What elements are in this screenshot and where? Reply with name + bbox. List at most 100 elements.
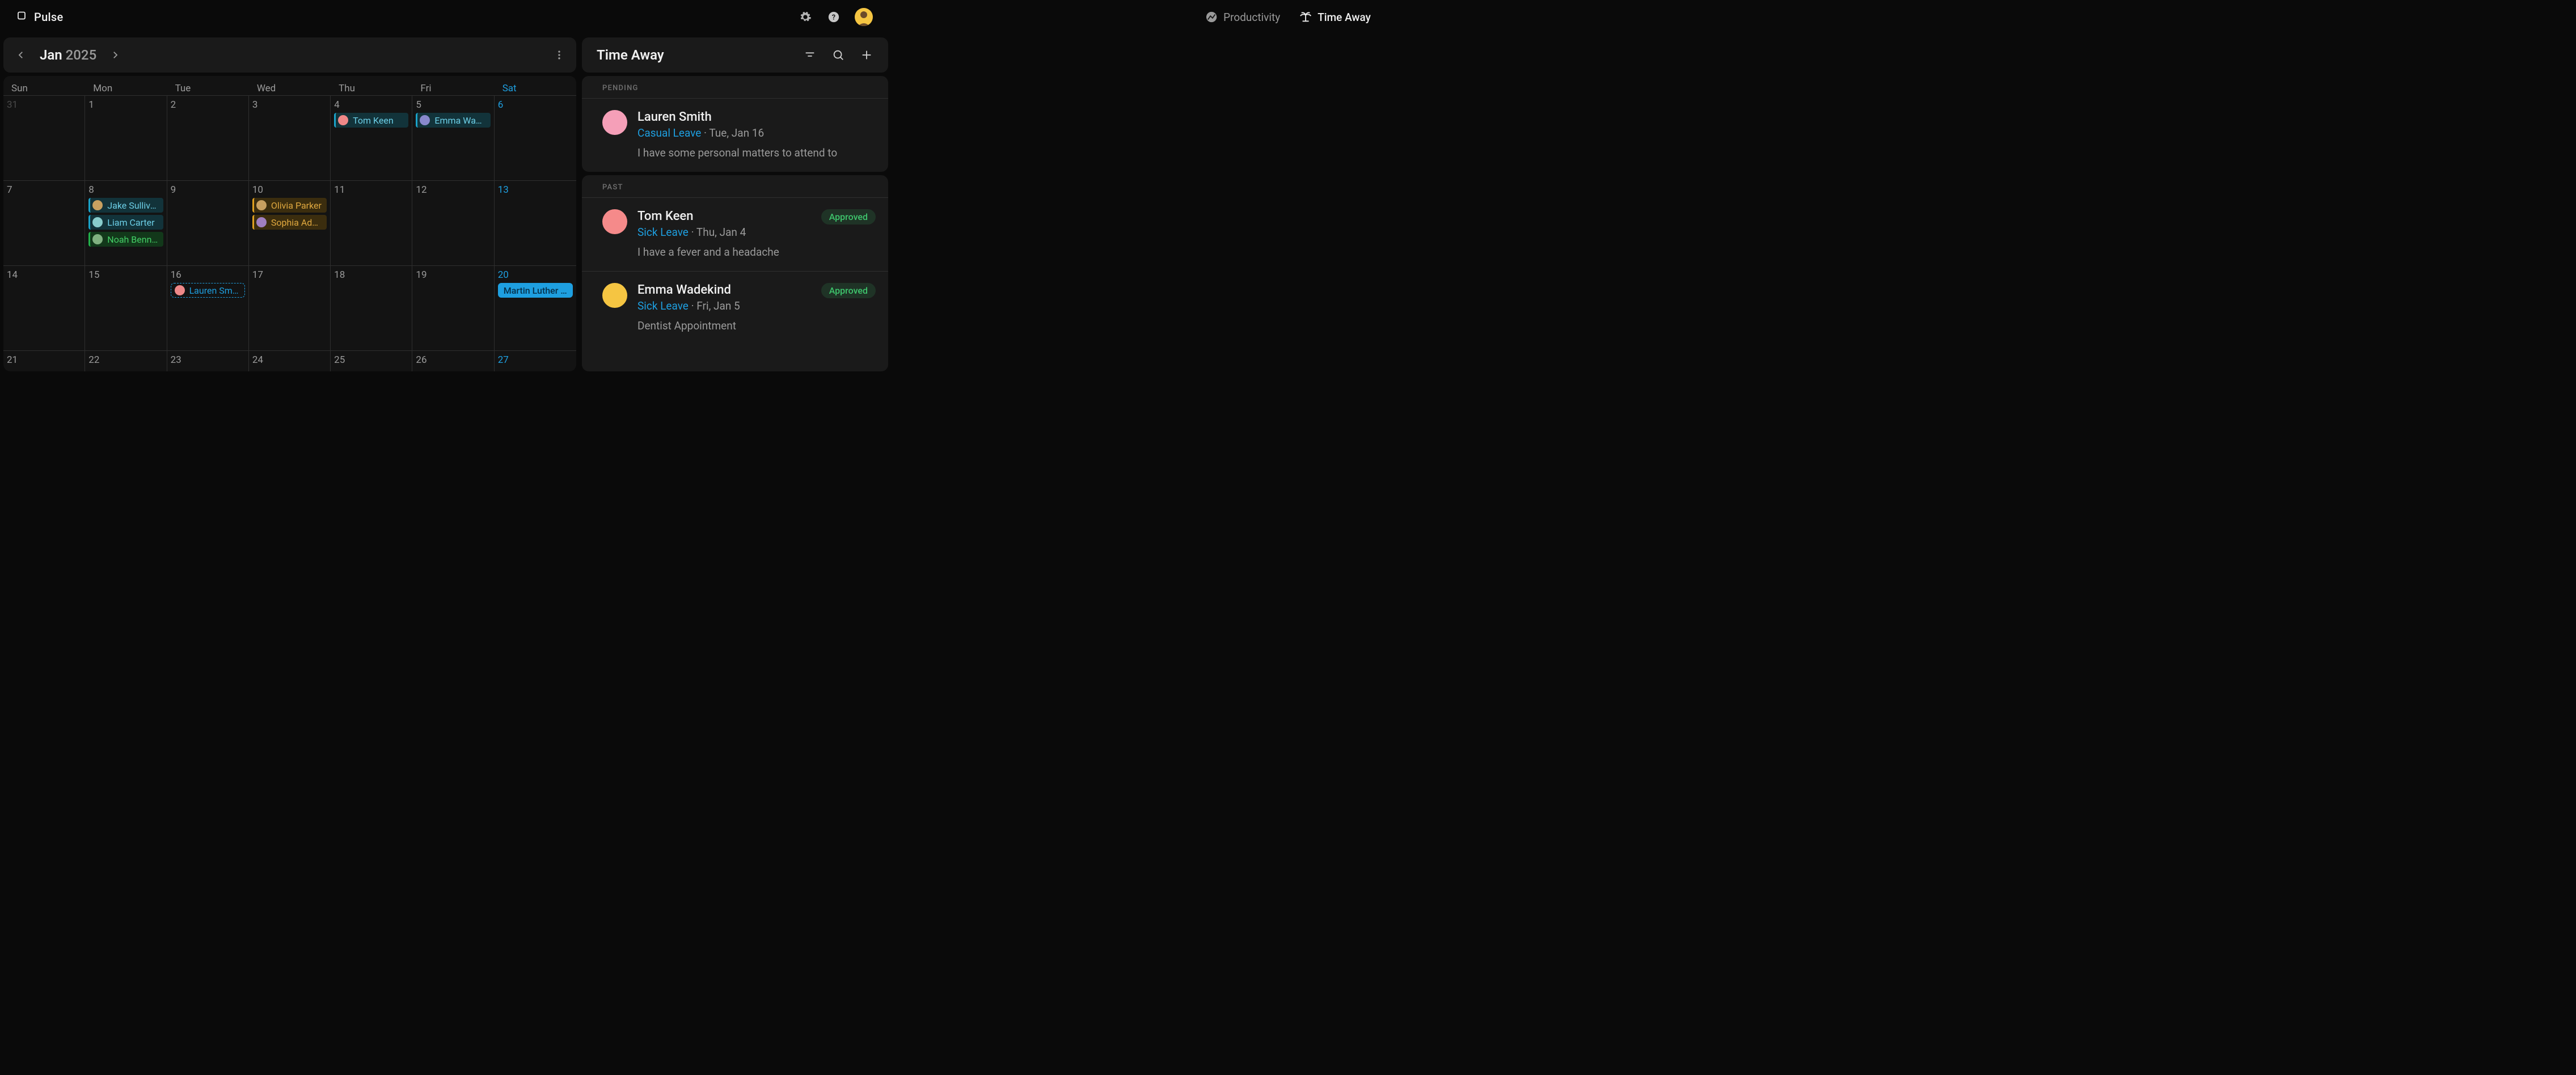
calendar-cell[interactable]: 13 [495, 181, 576, 265]
calendar-cell[interactable]: 14 [3, 266, 85, 350]
day-number: 12 [416, 184, 490, 196]
tab-time-away[interactable]: Time Away [1299, 11, 1371, 24]
palm-tree-icon [1299, 11, 1312, 23]
calendar-event[interactable]: Martin Luther Ki… [498, 283, 573, 298]
leave-date: Fri, Jan 5 [696, 299, 740, 312]
leave-kind: Sick Leave [637, 299, 689, 312]
section-label: PAST [582, 175, 888, 197]
brand[interactable]: Pulse [15, 10, 64, 24]
calendar-cell[interactable]: 22 [85, 351, 167, 371]
month-name: Jan [40, 47, 62, 63]
calendar-cell[interactable]: 21 [3, 351, 85, 371]
calendar-cell[interactable]: 3 [249, 96, 331, 180]
calendar-week: 78Jake SullivanLiam CarterNoah Bennett91… [3, 180, 576, 265]
event-name: Emma Wade… [434, 115, 485, 126]
settings-gear-icon[interactable] [798, 10, 813, 24]
leave-kind: Sick Leave [637, 226, 689, 239]
event-avatar [338, 115, 348, 125]
calendar-cell[interactable]: 6 [495, 96, 576, 180]
calendar-event[interactable]: Tom Keen [334, 113, 408, 128]
person-avatar [602, 283, 627, 308]
add-button[interactable] [860, 48, 873, 62]
calendar-cell[interactable]: 11 [331, 181, 412, 265]
calendar-cell[interactable]: 15 [85, 266, 167, 350]
item-text: Lauren SmithCasual Leave · Tue, Jan 16I … [637, 110, 865, 159]
status-badge: Approved [821, 209, 876, 225]
calendar-cell[interactable]: 16 Lauren Smith [167, 266, 249, 350]
calendar-event[interactable]: Lauren Smith [171, 283, 245, 298]
calendar-event[interactable]: Jake Sullivan [88, 198, 163, 213]
day-number: 16 [171, 269, 245, 281]
day-header: Fri [412, 83, 494, 94]
event-avatar [256, 217, 267, 227]
day-number: 25 [334, 354, 408, 366]
day-number: 2 [171, 99, 245, 111]
day-number: 20 [498, 269, 573, 281]
calendar-cell[interactable]: 19 [412, 266, 494, 350]
calendar-cell[interactable]: 10 Olivia Parker Sophia Adams [249, 181, 331, 265]
calendar-cell[interactable]: 31 [3, 96, 85, 180]
calendar-week: 1415 16 Lauren Smith 1718 19 20 Martin Luther … [3, 265, 576, 350]
calendar-cell[interactable]: 25 [331, 351, 412, 371]
calendar-cell[interactable]: 9 [167, 181, 249, 265]
calendar-event[interactable]: Sophia Adams [252, 215, 327, 230]
calendar-event[interactable]: Olivia Parker [252, 198, 327, 213]
item-meta: Casual Leave · Tue, Jan 16 [637, 126, 865, 139]
leave-kind: Casual Leave [637, 126, 701, 139]
event-name: Lauren Smith [189, 285, 240, 296]
event-avatar [420, 115, 430, 125]
prev-month-button[interactable] [14, 48, 28, 62]
day-number: 6 [498, 99, 573, 111]
time-away-item[interactable]: Emma WadekindSick Leave · Fri, Jan 5Dent… [582, 271, 888, 345]
productivity-icon [1205, 11, 1218, 23]
calendar-cell[interactable]: 20 Martin Luther Ki… [495, 266, 576, 350]
search-icon[interactable] [831, 48, 845, 62]
calendar-cell[interactable]: 26 [412, 351, 494, 371]
leave-date: Thu, Jan 4 [696, 226, 746, 239]
day-number: 3 [252, 99, 327, 111]
event-avatar [92, 234, 103, 244]
help-icon[interactable]: ? [826, 10, 841, 24]
calendar-event[interactable]: Noah Bennett [88, 232, 163, 247]
calendar-cell[interactable]: 24 [249, 351, 331, 371]
tab-label: Productivity [1223, 11, 1280, 24]
day-number: 19 [416, 269, 490, 281]
section-pending: PENDING Lauren SmithCasual Leave · Tue, … [582, 76, 888, 172]
month-title: Jan 2025 [40, 47, 96, 63]
day-number: 7 [7, 184, 81, 196]
calendar-cell[interactable]: 18 [331, 266, 412, 350]
calendar-cell[interactable]: 17 [249, 266, 331, 350]
calendar-cell[interactable]: 8 Jake Sullivan Liam Carter Noah Bennett [85, 181, 167, 265]
current-user-avatar[interactable] [855, 8, 873, 26]
calendar-weeks: 311234Tom Keen5Emma Wade…678Jake Sulliva… [3, 95, 576, 371]
day-number: 10 [252, 184, 327, 196]
day-number: 21 [7, 354, 81, 366]
tab-productivity[interactable]: Productivity [1205, 11, 1280, 24]
pulse-logo-icon [15, 10, 28, 24]
side-actions [803, 48, 873, 62]
day-number: 13 [498, 184, 573, 196]
calendar-event[interactable]: Liam Carter [88, 215, 163, 230]
calendar-event[interactable]: Emma Wade… [416, 113, 490, 128]
day-header: Sat [495, 83, 576, 94]
leave-note: I have a fever and a headache [637, 246, 811, 259]
filter-icon[interactable] [803, 48, 817, 62]
day-number: 8 [88, 184, 163, 196]
calendar-cell[interactable]: 12 [412, 181, 494, 265]
calendar-cell[interactable]: 4Tom Keen [331, 96, 412, 180]
calendar-cell[interactable]: 23 [167, 351, 249, 371]
event-name: Liam Carter [107, 217, 154, 228]
calendar-cell[interactable]: 2 [167, 96, 249, 180]
next-month-button[interactable] [108, 48, 123, 62]
layout: Jan 2025 SunMonTueWedThuFriSat 311234Tom… [0, 34, 888, 371]
calendar-options-button[interactable] [552, 48, 566, 62]
side-panel: Time Away PENDING Lauren SmithCasual Lea… [582, 37, 888, 371]
calendar-cell[interactable]: 5Emma Wade… [412, 96, 494, 180]
day-number: 26 [416, 354, 490, 366]
calendar-cell[interactable]: 7 [3, 181, 85, 265]
leave-date: Tue, Jan 16 [709, 126, 764, 139]
time-away-item[interactable]: Lauren SmithCasual Leave · Tue, Jan 16I … [582, 98, 888, 172]
calendar-cell[interactable]: 27 [495, 351, 576, 371]
calendar-cell[interactable]: 1 [85, 96, 167, 180]
time-away-item[interactable]: Tom KeenSick Leave · Thu, Jan 4I have a … [582, 197, 888, 271]
